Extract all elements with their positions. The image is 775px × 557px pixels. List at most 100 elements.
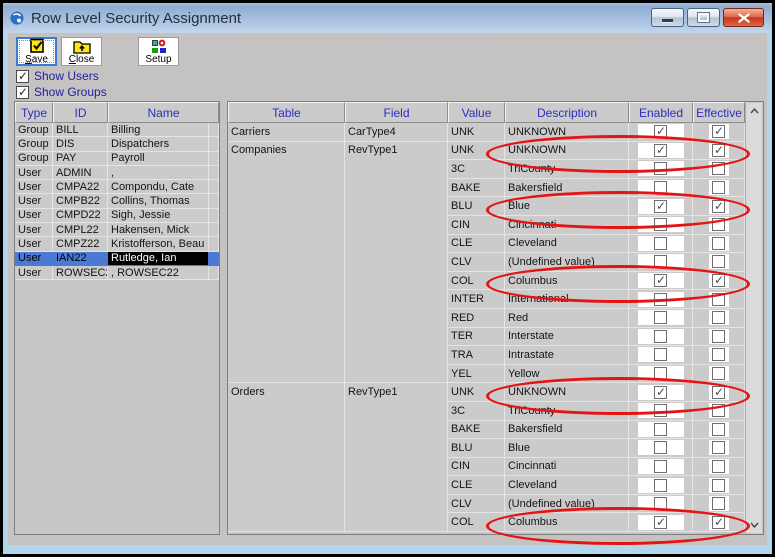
user-row[interactable]: UserADMIN,	[15, 166, 219, 180]
checkbox-icon	[16, 70, 29, 83]
save-button[interactable]: Save	[16, 37, 57, 66]
enabled-checkbox[interactable]	[654, 293, 667, 306]
assignment-row: OrdersRevType1UNKUNKNOWN	[228, 383, 745, 402]
effective-cell	[693, 346, 745, 365]
enabled-checkbox[interactable]	[654, 181, 667, 194]
value-cell: COL	[448, 513, 505, 532]
assignment-row: BLUBlue	[228, 439, 745, 458]
enabled-checkbox[interactable]	[654, 367, 667, 380]
user-row[interactable]: UserCMPD22Sigh, Jessie	[15, 209, 219, 223]
enabled-cell	[629, 328, 693, 347]
effective-checkbox[interactable]	[712, 181, 725, 194]
effective-checkbox[interactable]	[712, 200, 725, 213]
effective-checkbox[interactable]	[712, 330, 725, 343]
titlebar[interactable]: Row Level Security Assignment	[3, 3, 772, 33]
effective-checkbox[interactable]	[712, 237, 725, 250]
effective-checkbox[interactable]	[712, 404, 725, 417]
assignment-grid-header: TableFieldValueDescriptionEnabledEffecti…	[228, 102, 745, 123]
enabled-checkbox[interactable]	[654, 404, 667, 417]
enabled-checkbox[interactable]	[654, 162, 667, 175]
effective-checkbox[interactable]	[712, 274, 725, 287]
effective-checkbox[interactable]	[712, 497, 725, 510]
effective-checkbox[interactable]	[712, 516, 725, 529]
field-cell	[345, 328, 448, 347]
enabled-checkbox[interactable]	[654, 516, 667, 529]
user-row[interactable]: UserROWSEC22, ROWSEC22	[15, 266, 219, 280]
effective-checkbox[interactable]	[712, 386, 725, 399]
effective-checkbox[interactable]	[712, 423, 725, 436]
effective-checkbox[interactable]	[712, 367, 725, 380]
effective-checkbox[interactable]	[712, 162, 725, 175]
user-row[interactable]: UserCMPB22Collins, Thomas	[15, 194, 219, 208]
cell: CMPB22	[53, 194, 108, 208]
effective-checkbox[interactable]	[712, 348, 725, 361]
user-row[interactable]: UserCMPZ22Kristofferson, Beau	[15, 237, 219, 251]
close-button[interactable]	[723, 8, 764, 27]
description-cell: Cincinnati	[505, 458, 629, 477]
effective-checkbox[interactable]	[712, 311, 725, 324]
minimize-button[interactable]	[651, 8, 684, 27]
field-cell: RevType1	[345, 383, 448, 402]
effective-checkbox[interactable]	[712, 255, 725, 268]
enabled-checkbox[interactable]	[654, 237, 667, 250]
scroll-down-button[interactable]	[746, 517, 762, 533]
assignment-row: REDRed	[228, 309, 745, 328]
value-cell: CIN	[448, 216, 505, 235]
field-cell	[345, 179, 448, 198]
column-header: ID	[53, 102, 108, 123]
close-toolbar-button[interactable]: Close	[61, 37, 102, 66]
effective-checkbox[interactable]	[712, 441, 725, 454]
effective-cell	[693, 179, 745, 198]
enabled-checkbox[interactable]	[654, 218, 667, 231]
scroll-up-button[interactable]	[746, 103, 762, 119]
effective-checkbox[interactable]	[712, 479, 725, 492]
enabled-checkbox[interactable]	[654, 497, 667, 510]
show-groups-checkbox[interactable]: Show Groups	[16, 85, 107, 99]
chevron-down-icon	[750, 522, 759, 528]
effective-checkbox[interactable]	[712, 218, 725, 231]
enabled-checkbox[interactable]	[654, 423, 667, 436]
enabled-checkbox[interactable]	[654, 144, 667, 157]
enabled-checkbox[interactable]	[654, 479, 667, 492]
enabled-cell	[629, 272, 693, 291]
setup-button[interactable]: Setup	[138, 37, 179, 66]
enabled-checkbox[interactable]	[654, 386, 667, 399]
user-row[interactable]: GroupDISDispatchers	[15, 137, 219, 151]
users-grid: TypeIDName GroupBILLBillingGroupDISDispa…	[14, 101, 220, 535]
user-row[interactable]: GroupBILLBilling	[15, 123, 219, 137]
enabled-checkbox[interactable]	[654, 311, 667, 324]
value-cell: BLU	[448, 197, 505, 216]
user-row[interactable]: UserCMPL22Hakensen, Mick	[15, 223, 219, 237]
description-cell: (Undefined value)	[505, 495, 629, 514]
maximize-button[interactable]	[687, 8, 720, 27]
effective-checkbox[interactable]	[712, 125, 725, 138]
cell	[209, 237, 219, 251]
enabled-checkbox[interactable]	[654, 125, 667, 138]
show-users-checkbox[interactable]: Show Users	[16, 69, 99, 83]
enabled-checkbox[interactable]	[654, 441, 667, 454]
close-icon	[738, 13, 750, 23]
effective-cell	[693, 290, 745, 309]
enabled-checkbox[interactable]	[654, 274, 667, 287]
effective-checkbox[interactable]	[712, 293, 725, 306]
user-row[interactable]: UserCMPA22Compondu, Cate	[15, 180, 219, 194]
table-cell	[228, 421, 345, 440]
enabled-checkbox[interactable]	[654, 255, 667, 268]
user-row[interactable]: GroupPAYPayroll	[15, 152, 219, 166]
description-cell: Cleveland	[505, 235, 629, 254]
vertical-scrollbar[interactable]	[745, 103, 762, 533]
cell: ,	[108, 166, 209, 180]
effective-checkbox[interactable]	[712, 460, 725, 473]
assignment-row: COLColumbus	[228, 513, 745, 532]
enabled-checkbox[interactable]	[654, 330, 667, 343]
enabled-cell	[629, 421, 693, 440]
description-cell: Bakersfield	[505, 179, 629, 198]
app-icon	[9, 10, 25, 26]
enabled-checkbox[interactable]	[654, 348, 667, 361]
effective-checkbox[interactable]	[712, 144, 725, 157]
user-row[interactable]: UserIAN22Rutledge, Ian	[15, 252, 219, 266]
field-cell	[345, 216, 448, 235]
enabled-checkbox[interactable]	[654, 200, 667, 213]
enabled-checkbox[interactable]	[654, 460, 667, 473]
value-cell: COL	[448, 272, 505, 291]
